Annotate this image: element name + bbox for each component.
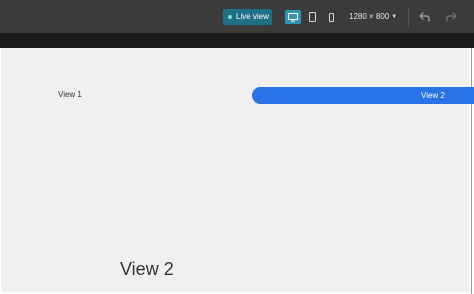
top-toolbar: Live view 1280 × 800 ▼ bbox=[0, 0, 474, 33]
secondary-toolbar bbox=[0, 33, 474, 48]
undo-icon bbox=[419, 12, 430, 22]
toolbar-divider bbox=[408, 7, 409, 27]
design-canvas[interactable] bbox=[1, 48, 470, 292]
screen-size-label: 1280 × 800 bbox=[349, 12, 390, 21]
tab-view-1-label: View 1 bbox=[58, 90, 82, 99]
mobile-icon bbox=[328, 12, 334, 22]
undo-button[interactable] bbox=[418, 10, 432, 24]
mobile-device-button[interactable] bbox=[326, 10, 336, 24]
chevron-down-icon: ▼ bbox=[391, 14, 398, 20]
editor-frame: Live view 1280 × 800 ▼ View 1 View 2 Vie… bbox=[0, 0, 474, 294]
tablet-icon bbox=[308, 12, 316, 22]
redo-icon bbox=[446, 12, 457, 22]
tab-view-2-label: View 2 bbox=[421, 91, 445, 100]
tab-view-1[interactable]: View 1 bbox=[58, 90, 82, 99]
tablet-device-button[interactable] bbox=[307, 10, 317, 24]
desktop-device-button[interactable] bbox=[285, 10, 301, 24]
desktop-icon bbox=[288, 12, 298, 21]
tab-view-2[interactable]: View 2 bbox=[252, 87, 474, 104]
view-heading: View 2 bbox=[120, 259, 174, 279]
screen-size-dropdown[interactable]: 1280 × 800 ▼ bbox=[349, 10, 397, 24]
live-view-button[interactable]: Live view bbox=[223, 9, 272, 25]
live-dot-icon bbox=[228, 15, 232, 19]
live-view-label: Live view bbox=[236, 12, 269, 21]
redo-button[interactable] bbox=[444, 10, 458, 24]
canvas-boundary-line bbox=[471, 48, 472, 294]
